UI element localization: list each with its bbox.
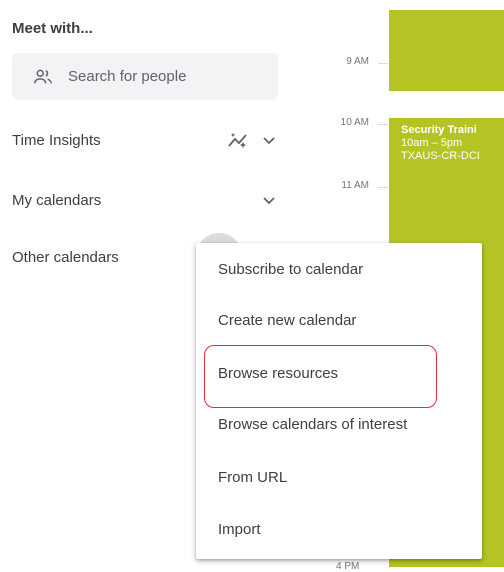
hour-tick (378, 187, 388, 188)
other-calendars-row[interactable]: Other calendars (12, 245, 172, 269)
event-location: TXAUS-CR-DCI (401, 150, 480, 162)
calendar-event-earlier[interactable] (389, 10, 504, 91)
meet-with-heading: Meet with... (12, 20, 93, 37)
my-calendars-label: My calendars (12, 191, 102, 209)
time-insights-row[interactable]: Time Insights (12, 128, 277, 152)
menu-item-subscribe[interactable]: Subscribe to calendar (196, 249, 482, 289)
search-people-input[interactable]: Search for people (12, 53, 278, 100)
my-calendars-row[interactable]: My calendars (12, 188, 277, 212)
event-title: Security Traini (401, 124, 477, 136)
time-insights-label: Time Insights (12, 131, 101, 149)
time-label-11am: 11 AM (341, 180, 369, 191)
insights-sparkle-icon (228, 133, 247, 148)
search-people-placeholder: Search for people (68, 68, 187, 85)
time-label-10am: 10 AM (340, 117, 369, 128)
people-icon (34, 69, 52, 83)
hour-tick (378, 63, 388, 64)
chevron-down-icon[interactable] (261, 192, 277, 208)
event-time: 10am – 5pm (401, 137, 463, 149)
menu-item-browse-interest[interactable]: Browse calendars of interest (196, 404, 482, 444)
highlight-outline (204, 345, 437, 408)
other-calendars-label: Other calendars (12, 248, 119, 266)
menu-item-create-calendar[interactable]: Create new calendar (196, 300, 482, 340)
menu-item-from-url[interactable]: From URL (196, 457, 482, 497)
chevron-down-icon[interactable] (261, 132, 277, 148)
time-label-9am: 9 AM (346, 56, 369, 67)
hour-tick (378, 124, 388, 125)
menu-item-import[interactable]: Import (196, 509, 482, 549)
